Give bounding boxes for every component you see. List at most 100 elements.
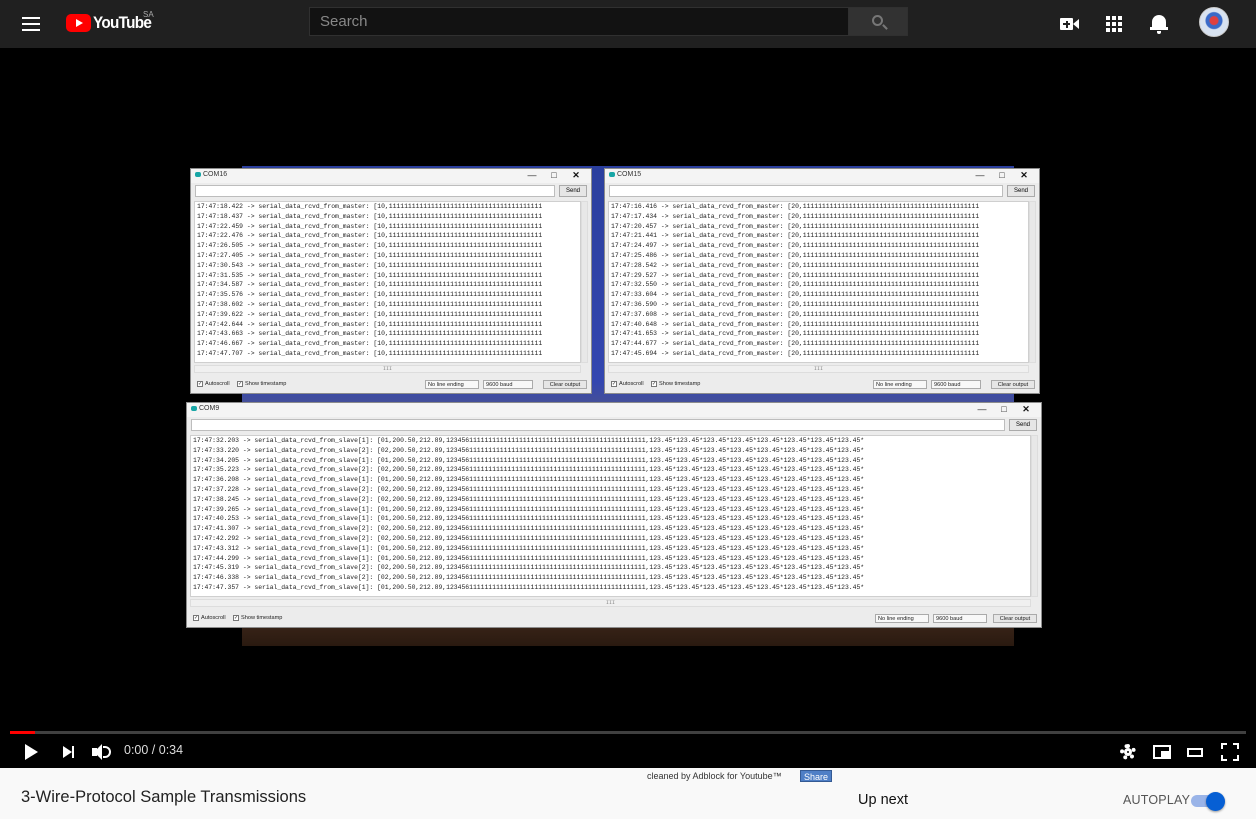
serial-line: 17:47:26.505 -> serial_data_rcvd_from_ma… (197, 242, 543, 250)
serial-output: 17:47:18.422 -> serial_data_rcvd_from_ma… (194, 201, 581, 363)
youtube-logo[interactable]: YouTube SA (66, 10, 158, 34)
maximize-icon[interactable]: □ (543, 170, 565, 181)
serial-line: 17:47:45.694 -> serial_data_rcvd_from_ma… (611, 349, 980, 357)
close-icon[interactable]: ✕ (565, 170, 587, 181)
serial-line: 17:47:46.338 -> serial_data_rcvd_from_sl… (193, 574, 865, 582)
clear-output-button[interactable]: Clear output (991, 380, 1035, 389)
send-button[interactable]: Send (1009, 419, 1037, 431)
serial-output: 17:47:16.416 -> serial_data_rcvd_from_ma… (608, 201, 1029, 363)
serial-line: 17:47:40.253 -> serial_data_rcvd_from_sl… (193, 515, 865, 523)
serial-output: 17:47:32.203 -> serial_data_rcvd_from_sl… (190, 435, 1031, 597)
serial-line: 17:47:37.228 -> serial_data_rcvd_from_sl… (193, 485, 865, 493)
play-icon[interactable] (18, 740, 42, 764)
avatar[interactable] (1199, 7, 1229, 37)
clear-output-button[interactable]: Clear output (543, 380, 587, 389)
serial-line: 17:47:35.576 -> serial_data_rcvd_from_ma… (197, 291, 543, 299)
baud-select[interactable]: 9600 baud (931, 380, 981, 389)
timestamp-checkbox[interactable]: ✓ Show timestamp (233, 615, 282, 621)
serial-line: 17:47:42.644 -> serial_data_rcvd_from_ma… (197, 320, 543, 328)
serial-line: 17:47:27.405 -> serial_data_rcvd_from_ma… (197, 251, 543, 259)
window-titlebar: COM16 — □ ✕ (191, 169, 591, 183)
close-icon[interactable]: ✕ (1015, 404, 1037, 415)
timestamp-checkbox[interactable]: ✓ Show timestamp (237, 381, 286, 387)
window-title: COM15 (609, 171, 641, 178)
serial-line: 17:47:35.223 -> serial_data_rcvd_from_sl… (193, 466, 865, 474)
vertical-scrollbar[interactable] (1029, 201, 1036, 363)
horizontal-scrollbar[interactable]: III (194, 365, 581, 373)
serial-monitor-com15: COM15 — □ ✕ Send 17:47:16.416 -> serial_da… (604, 168, 1040, 394)
serial-input[interactable] (195, 185, 555, 197)
volume-icon[interactable] (90, 740, 114, 764)
serial-line: 17:47:38.602 -> serial_data_rcvd_from_ma… (197, 300, 543, 308)
theater-mode-icon[interactable] (1183, 740, 1207, 764)
serial-line: 17:47:37.608 -> serial_data_rcvd_from_ma… (611, 310, 980, 318)
line-ending-select[interactable]: No line ending (873, 380, 927, 389)
miniplayer-icon[interactable] (1150, 740, 1174, 764)
serial-line: 17:47:43.663 -> serial_data_rcvd_from_ma… (197, 330, 543, 338)
masthead: YouTube SA Search (0, 0, 1256, 48)
serial-line: 17:47:24.497 -> serial_data_rcvd_from_ma… (611, 242, 980, 250)
serial-line: 17:47:18.437 -> serial_data_rcvd_from_ma… (197, 212, 543, 220)
baud-select[interactable]: 9600 baud (483, 380, 533, 389)
baud-select[interactable]: 9600 baud (933, 614, 987, 623)
serial-line: 17:47:31.535 -> serial_data_rcvd_from_ma… (197, 271, 543, 279)
serial-line: 17:47:17.434 -> serial_data_rcvd_from_ma… (611, 212, 980, 220)
maximize-icon[interactable]: □ (993, 404, 1015, 415)
vertical-scrollbar[interactable] (581, 201, 588, 363)
video-title: 3-Wire-Protocol Sample Transmissions (21, 788, 307, 806)
serial-line: 17:47:46.667 -> serial_data_rcvd_from_ma… (197, 340, 543, 348)
menu-icon[interactable] (22, 14, 42, 34)
window-title: COM16 (195, 171, 227, 178)
autoscroll-checkbox[interactable]: ✓ Autoscroll (193, 615, 226, 621)
minimize-icon[interactable]: — (521, 170, 543, 181)
serial-line: 17:47:22.459 -> serial_data_rcvd_from_ma… (197, 222, 543, 230)
maximize-icon[interactable]: □ (991, 170, 1013, 181)
serial-line: 17:47:44.677 -> serial_data_rcvd_from_ma… (611, 340, 980, 348)
send-button[interactable]: Send (1007, 185, 1035, 197)
autoscroll-checkbox[interactable]: ✓ Autoscroll (611, 381, 644, 387)
apps-grid-icon[interactable] (1102, 12, 1126, 36)
search-button[interactable] (848, 7, 908, 36)
settings-gear-icon[interactable] (1116, 740, 1140, 764)
serial-line: 17:47:36.590 -> serial_data_rcvd_from_ma… (611, 300, 980, 308)
line-ending-select[interactable]: No line ending (875, 614, 929, 623)
serial-line: 17:47:32.550 -> serial_data_rcvd_from_ma… (611, 281, 980, 289)
search-input[interactable]: Search (309, 7, 849, 36)
autoscroll-checkbox[interactable]: ✓ Autoscroll (197, 381, 230, 387)
search-icon (872, 15, 883, 26)
serial-line: 17:47:34.205 -> serial_data_rcvd_from_sl… (193, 456, 865, 464)
close-icon[interactable]: ✕ (1013, 170, 1035, 181)
share-button[interactable]: Share (800, 770, 833, 782)
serial-line: 17:47:33.604 -> serial_data_rcvd_from_ma… (611, 291, 980, 299)
up-next-heading: Up next (858, 792, 908, 808)
minimize-icon[interactable]: — (969, 170, 991, 181)
timestamp-checkbox[interactable]: ✓ Show timestamp (651, 381, 700, 387)
progress-played (10, 731, 35, 734)
send-button[interactable]: Send (559, 185, 587, 197)
video-player[interactable]: COM16 — □ ✕ Send 17:47:18.422 -> serial_da… (0, 48, 1256, 768)
horizontal-scrollbar[interactable]: III (190, 599, 1031, 607)
monitor-footer: ✓ Autoscroll ✓ Show timestamp No line endi… (609, 379, 1035, 391)
notifications-bell-icon[interactable] (1147, 12, 1171, 36)
serial-line: 17:47:44.299 -> serial_data_rcvd_from_sl… (193, 554, 865, 562)
country-code: SA (143, 10, 154, 19)
horizontal-scrollbar[interactable]: III (608, 365, 1029, 373)
autoplay-toggle[interactable] (1191, 792, 1227, 811)
vertical-scrollbar[interactable] (1031, 435, 1038, 597)
create-video-icon[interactable] (1058, 12, 1082, 36)
serial-line: 17:47:42.292 -> serial_data_rcvd_from_sl… (193, 534, 865, 542)
clear-output-button[interactable]: Clear output (993, 614, 1037, 623)
minimize-icon[interactable]: — (971, 404, 993, 415)
serial-input[interactable] (609, 185, 1003, 197)
window-titlebar: COM15 — □ ✕ (605, 169, 1039, 183)
progress-bar[interactable] (10, 731, 1246, 734)
serial-line: 17:47:39.622 -> serial_data_rcvd_from_ma… (197, 310, 543, 318)
serial-monitor-com16: COM16 — □ ✕ Send 17:47:18.422 -> serial_da… (190, 168, 592, 394)
line-ending-select[interactable]: No line ending (425, 380, 479, 389)
serial-line: 17:47:20.457 -> serial_data_rcvd_from_ma… (611, 222, 980, 230)
fullscreen-icon[interactable] (1218, 740, 1242, 764)
serial-line: 17:47:22.476 -> serial_data_rcvd_from_ma… (197, 232, 543, 240)
serial-line: 17:47:47.357 -> serial_data_rcvd_from_sl… (193, 583, 865, 591)
serial-input[interactable] (191, 419, 1005, 431)
next-icon[interactable] (57, 740, 81, 764)
